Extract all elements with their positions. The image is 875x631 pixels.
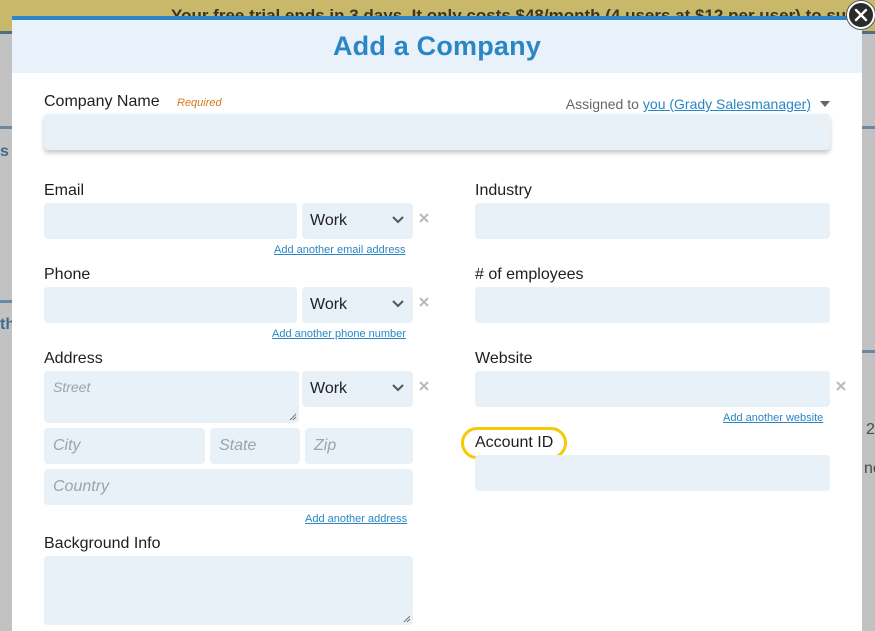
remove-phone-icon[interactable] (418, 296, 430, 308)
email-type-value: Work (310, 212, 348, 229)
address-type-select[interactable]: Work (302, 371, 413, 407)
employees-input[interactable] (475, 287, 830, 323)
company-name-label: Company Name (44, 93, 160, 110)
remove-website-icon[interactable] (835, 380, 847, 392)
city-input[interactable]: City (44, 428, 205, 464)
phone-label: Phone (44, 266, 91, 283)
chevron-down-icon (392, 216, 404, 224)
bg-divider (0, 126, 12, 129)
city-placeholder: City (53, 437, 81, 454)
address-type-value: Work (310, 380, 348, 397)
assigned-owner-link[interactable]: you (Grady Salesmanager) (643, 96, 811, 112)
company-name-input[interactable] (44, 114, 830, 150)
website-input[interactable] (475, 371, 830, 407)
resize-handle-icon[interactable] (289, 413, 297, 421)
country-placeholder: Country (53, 478, 110, 495)
address-label: Address (44, 350, 103, 367)
bg-text-fragment: s (0, 143, 9, 160)
background-info-label: Background Info (44, 535, 161, 552)
remove-email-icon[interactable] (418, 212, 430, 224)
close-button[interactable] (847, 1, 875, 29)
email-type-select[interactable]: Work (302, 203, 413, 239)
add-address-link[interactable]: Add another address (305, 513, 407, 525)
industry-input[interactable] (475, 203, 830, 239)
add-email-link[interactable]: Add another email address (274, 244, 405, 256)
website-label: Website (475, 350, 533, 367)
modal-title: Add a Company (332, 31, 542, 61)
chevron-down-icon (392, 300, 404, 308)
remove-address-icon[interactable] (418, 380, 430, 392)
caret-down-icon[interactable] (820, 101, 830, 107)
background-info-textarea[interactable] (44, 556, 413, 625)
phone-input[interactable] (44, 287, 297, 323)
bg-divider (0, 300, 12, 303)
required-tag: Required (177, 97, 222, 109)
industry-label: Industry (475, 182, 532, 199)
bg-divider (862, 350, 875, 353)
email-label: Email (44, 182, 85, 199)
state-placeholder: State (219, 437, 257, 454)
zip-input[interactable]: Zip (305, 428, 413, 464)
add-company-modal: Add a Company Company Name Required Assi… (12, 16, 862, 631)
state-input[interactable]: State (210, 428, 300, 464)
account-id-label: Account ID (475, 434, 554, 451)
zip-placeholder: Zip (314, 437, 337, 454)
phone-type-select[interactable]: Work (302, 287, 413, 323)
bg-text-fragment: 2 (866, 421, 875, 438)
add-phone-link[interactable]: Add another phone number (272, 328, 406, 340)
street-input[interactable]: Street (44, 371, 299, 423)
account-id-input[interactable] (475, 455, 830, 491)
employees-label: # of employees (475, 266, 584, 283)
phone-type-value: Work (310, 296, 348, 313)
bg-text-fragment: ne (864, 460, 875, 477)
assigned-prefix: Assigned to (565, 96, 639, 112)
add-website-link[interactable]: Add another website (723, 412, 823, 424)
chevron-down-icon (392, 384, 404, 392)
street-placeholder: Street (53, 379, 91, 395)
assigned-to: Assigned to you (Grady Salesmanager) (566, 96, 830, 112)
modal-header: Add a Company (12, 20, 862, 73)
resize-handle-icon[interactable] (403, 615, 411, 623)
close-icon (854, 8, 868, 22)
country-input[interactable]: Country (44, 469, 413, 505)
bg-divider (862, 126, 875, 129)
email-input[interactable] (44, 203, 297, 239)
